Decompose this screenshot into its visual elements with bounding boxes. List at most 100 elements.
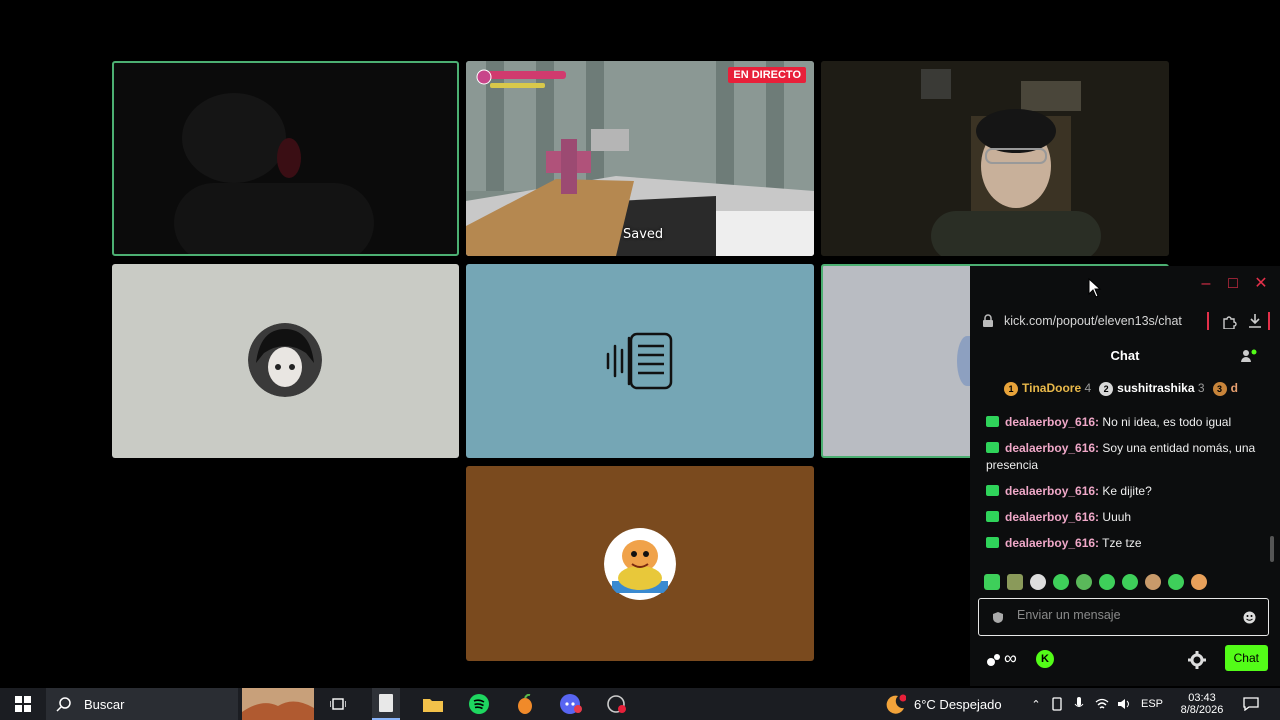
emote-icon[interactable] <box>1191 574 1207 590</box>
taskbar-search[interactable]: Buscar <box>46 688 238 720</box>
microphone-icon <box>1074 697 1084 707</box>
leader-item[interactable]: 3d <box>1212 381 1238 396</box>
maximize-button[interactable]: □ <box>1223 274 1243 294</box>
infinity-icon[interactable]: ∞ <box>1004 648 1017 669</box>
notification-icon <box>1243 697 1259 711</box>
quick-emote-bar <box>984 574 1207 590</box>
tray-language[interactable]: ESP <box>1140 688 1164 720</box>
chevron-up-icon: ⌃ <box>1031 698 1041 711</box>
folder-icon <box>423 699 443 712</box>
search-highlight-image[interactable] <box>242 688 314 720</box>
mouse-cursor-icon <box>1088 278 1102 298</box>
show-hidden-icons-button[interactable]: ⌃ <box>1028 688 1044 720</box>
phone-icon <box>1052 697 1062 711</box>
download-icon[interactable] <box>1248 313 1262 329</box>
rank-2-badge-icon: 2 <box>1099 381 1114 396</box>
leader-item[interactable]: 2 sushitrashika 3 <box>1099 381 1205 396</box>
chat-message-list[interactable]: dealaerboy_616: No ni idea, es todo igua… <box>970 414 1270 561</box>
document-icon <box>379 694 393 712</box>
video-tile-game-stream[interactable]: EN DIRECTO Saved <box>466 61 814 256</box>
separator <box>1207 312 1209 330</box>
emote-icon[interactable] <box>1053 574 1069 590</box>
taskbar-app-fl-studio[interactable] <box>512 688 538 720</box>
emote-icon[interactable] <box>1030 574 1046 590</box>
message-input[interactable] <box>1017 608 1237 622</box>
desert-highlight-icon <box>242 688 314 720</box>
chat-title: Chat <box>1110 348 1140 363</box>
emote-icon[interactable] <box>1145 574 1161 590</box>
chat-message[interactable]: dealaerboy_616: Tze tze <box>970 535 1270 552</box>
video-tile-avatar-anime[interactable] <box>112 264 459 458</box>
taskbar-app-spotify[interactable] <box>466 688 492 720</box>
record-icon <box>607 695 626 713</box>
emote-icon[interactable] <box>1168 574 1184 590</box>
rank-3-badge-icon: 3 <box>1212 381 1227 396</box>
address-bar[interactable]: kick.com/popout/eleven13s/chat <box>970 304 1280 338</box>
notifications-button[interactable] <box>1240 688 1262 720</box>
emoji-icon[interactable] <box>1243 611 1256 624</box>
tray-network[interactable] <box>1094 688 1110 720</box>
chat-message[interactable]: dealaerboy_616: Uuuh <box>970 509 1270 526</box>
gift-leaderboard: 1 TinaDoore 4 2 sushitrashika 3 3d <box>970 374 1280 402</box>
chat-popout-window[interactable]: – □ ✕ kick.com/popout/eleven13s/chat Cha… <box>970 266 1280 686</box>
chat-message[interactable]: dealaerboy_616: Ke dijite? <box>970 483 1270 500</box>
live-badge: EN DIRECTO <box>728 67 806 83</box>
window-titlebar[interactable]: – □ ✕ <box>970 266 1280 304</box>
message-input-box[interactable] <box>978 598 1269 636</box>
discord-icon <box>560 694 582 714</box>
volume-icon <box>1118 699 1129 709</box>
webcam-dark-silhouette <box>174 93 374 254</box>
game-saved-text: Saved <box>623 227 664 242</box>
taskbar-app-notepad[interactable] <box>372 688 400 720</box>
emote-icon[interactable] <box>1099 574 1115 590</box>
windows-taskbar: Buscar 6°C Despejado ⌃ ESP 03:43 8/8/202… <box>0 688 1280 720</box>
taskbar-app-capture[interactable] <box>604 688 630 720</box>
separator-right <box>1268 312 1270 330</box>
shield-icon <box>993 612 1003 623</box>
chat-message[interactable]: dealaerboy_616: Soy una entidad nomás, u… <box>970 440 1270 474</box>
weather-moon-icon <box>886 694 906 714</box>
settings-gear-icon[interactable] <box>1188 651 1206 669</box>
video-tile-webcam-dark[interactable] <box>112 61 459 256</box>
chat-message[interactable]: dealaerboy_616: No ni idea, es todo igua… <box>970 414 1270 431</box>
taskbar-app-file-explorer[interactable] <box>420 688 446 720</box>
chat-scrollbar[interactable] <box>1270 536 1274 562</box>
tray-volume[interactable] <box>1116 688 1132 720</box>
leader-item[interactable]: 1 TinaDoore 4 <box>1004 381 1091 396</box>
video-tile-avatar-cartoon[interactable] <box>466 466 814 661</box>
emote-icon[interactable] <box>1007 574 1023 590</box>
rank-1-badge-icon: 1 <box>1004 381 1018 396</box>
subscriber-badge-icon <box>986 442 999 453</box>
tray-clock[interactable]: 03:43 8/8/2026 <box>1172 688 1232 720</box>
emote-icon[interactable] <box>984 574 1000 590</box>
users-icon[interactable] <box>1240 348 1258 364</box>
send-chat-button[interactable]: Chat <box>1224 645 1268 671</box>
task-view-button[interactable] <box>326 688 350 720</box>
lock-icon <box>983 314 993 327</box>
url-text[interactable]: kick.com/popout/eleven13s/chat <box>1004 314 1194 328</box>
search-icon <box>56 697 71 712</box>
close-button[interactable]: ✕ <box>1251 274 1271 294</box>
kick-logo-icon[interactable]: K <box>1036 650 1054 668</box>
task-view-icon <box>330 698 346 710</box>
tray-microphone[interactable] <box>1072 688 1086 720</box>
subscriber-badge-icon <box>986 511 999 522</box>
user-avatar-cartoon <box>604 528 676 600</box>
spotify-icon <box>469 694 489 714</box>
emote-icon[interactable] <box>1122 574 1138 590</box>
extensions-icon[interactable] <box>1221 313 1237 329</box>
points-icon[interactable] <box>986 652 1002 668</box>
tray-phone[interactable] <box>1050 688 1064 720</box>
webcam-room-scene <box>821 61 1169 256</box>
fruit-app-icon <box>518 694 532 714</box>
video-tile-webcam-smiling[interactable] <box>821 61 1169 256</box>
emote-icon[interactable] <box>1076 574 1092 590</box>
weather-widget[interactable]: 6°C Despejado <box>884 688 1008 720</box>
video-tile-audio-only[interactable] <box>466 264 814 458</box>
windows-logo-icon <box>15 696 31 712</box>
start-button[interactable] <box>10 688 36 720</box>
user-avatar-anime <box>248 323 322 397</box>
subscriber-badge-icon <box>986 416 999 427</box>
taskbar-app-discord[interactable] <box>558 688 584 720</box>
minimize-button[interactable]: – <box>1196 274 1216 294</box>
